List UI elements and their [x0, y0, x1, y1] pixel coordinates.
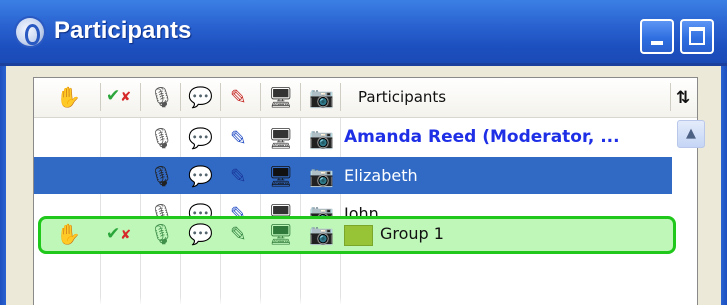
maximize-icon [689, 27, 705, 45]
participant-row-moderator[interactable]: 🎙 💬 ✎ 🖥 📷 Amanda Reed (Moderator, ... [34, 119, 697, 157]
participants-grid: ✋ ✔✘ 🎙 💬 ✎ 🖥 📷 Participants ⇅ 🎙 💬 ✎ 🖥 📷 [33, 77, 705, 305]
header-separator [300, 83, 301, 111]
group-name: Group 1 [380, 224, 444, 243]
monitor-icon[interactable]: 🖥 [268, 128, 293, 148]
scroll-up-button[interactable]: ▲ [677, 120, 705, 148]
header-separator [340, 83, 341, 111]
minimize-button[interactable] [640, 19, 674, 54]
window-frame-right [721, 66, 727, 305]
pencil-icon[interactable]: ✎ [230, 166, 247, 186]
window-title: Participants [54, 17, 192, 44]
chevron-up-icon: ▲ [686, 126, 696, 141]
header-separator [670, 83, 671, 111]
sort-icon[interactable]: ⇅ [676, 88, 690, 108]
grid-bottom-fade [34, 297, 697, 305]
pencil-icon[interactable]: ✎ [230, 224, 247, 244]
speech-bubble-icon[interactable]: 💬 [188, 87, 213, 107]
speech-bubble-icon[interactable]: 💬 [188, 166, 213, 186]
microphone-icon[interactable]: 🎙 [149, 128, 174, 148]
title-bar[interactable]: Participants [0, 0, 727, 66]
participants-column-header[interactable]: Participants [358, 88, 446, 106]
monitor-icon[interactable]: 🖥 [268, 224, 293, 244]
microphone-icon[interactable]: 🎙 [149, 166, 174, 186]
group-color-swatch [344, 225, 373, 246]
participant-name: Amanda Reed (Moderator, ... [344, 127, 620, 147]
hand-icon[interactable]: ✋ [56, 87, 81, 107]
pencil-icon[interactable]: ✎ [230, 87, 247, 107]
participant-name: Elizabeth [344, 166, 418, 185]
speech-bubble-icon[interactable]: 💬 [188, 224, 213, 244]
webcam-icon[interactable]: 📷 [309, 128, 334, 148]
participants-window: Participants ✋ ✔✘ 🎙 💬 ✎ 🖥 📷 Participants… [0, 0, 727, 305]
monitor-icon[interactable]: 🖥 [268, 166, 293, 186]
webcam-icon[interactable]: 📷 [309, 166, 334, 186]
header-separator [220, 83, 221, 111]
maximize-button[interactable] [680, 19, 714, 54]
microphone-icon[interactable]: 🎙 [149, 87, 174, 107]
grid-header: ✋ ✔✘ 🎙 💬 ✎ 🖥 📷 Participants ⇅ [34, 78, 697, 118]
webcam-icon[interactable]: 📷 [309, 224, 334, 244]
header-separator [100, 83, 101, 111]
monitor-icon[interactable]: 🖥 [268, 87, 293, 107]
participant-row-selected[interactable]: 🎙 💬 ✎ 🖥 📷 Elizabeth [34, 157, 697, 195]
header-separator [180, 83, 181, 111]
webcam-icon[interactable]: 📷 [309, 87, 334, 107]
group-row[interactable]: ✋ ✔✘ 🎙 💬 ✎ 🖥 📷 Group 1 [34, 215, 697, 254]
microphone-icon[interactable]: 🎙 [149, 224, 174, 244]
header-separator [140, 83, 141, 111]
header-separator [260, 83, 261, 111]
check-cross-icon[interactable]: ✔✘ [106, 224, 131, 246]
pencil-icon[interactable]: ✎ [230, 128, 247, 148]
speech-bubble-icon[interactable]: 💬 [188, 128, 213, 148]
microphone-badge-icon [16, 18, 44, 46]
minimize-icon [651, 41, 663, 45]
hand-icon[interactable]: ✋ [56, 224, 81, 244]
check-cross-icon[interactable]: ✔✘ [106, 86, 131, 108]
